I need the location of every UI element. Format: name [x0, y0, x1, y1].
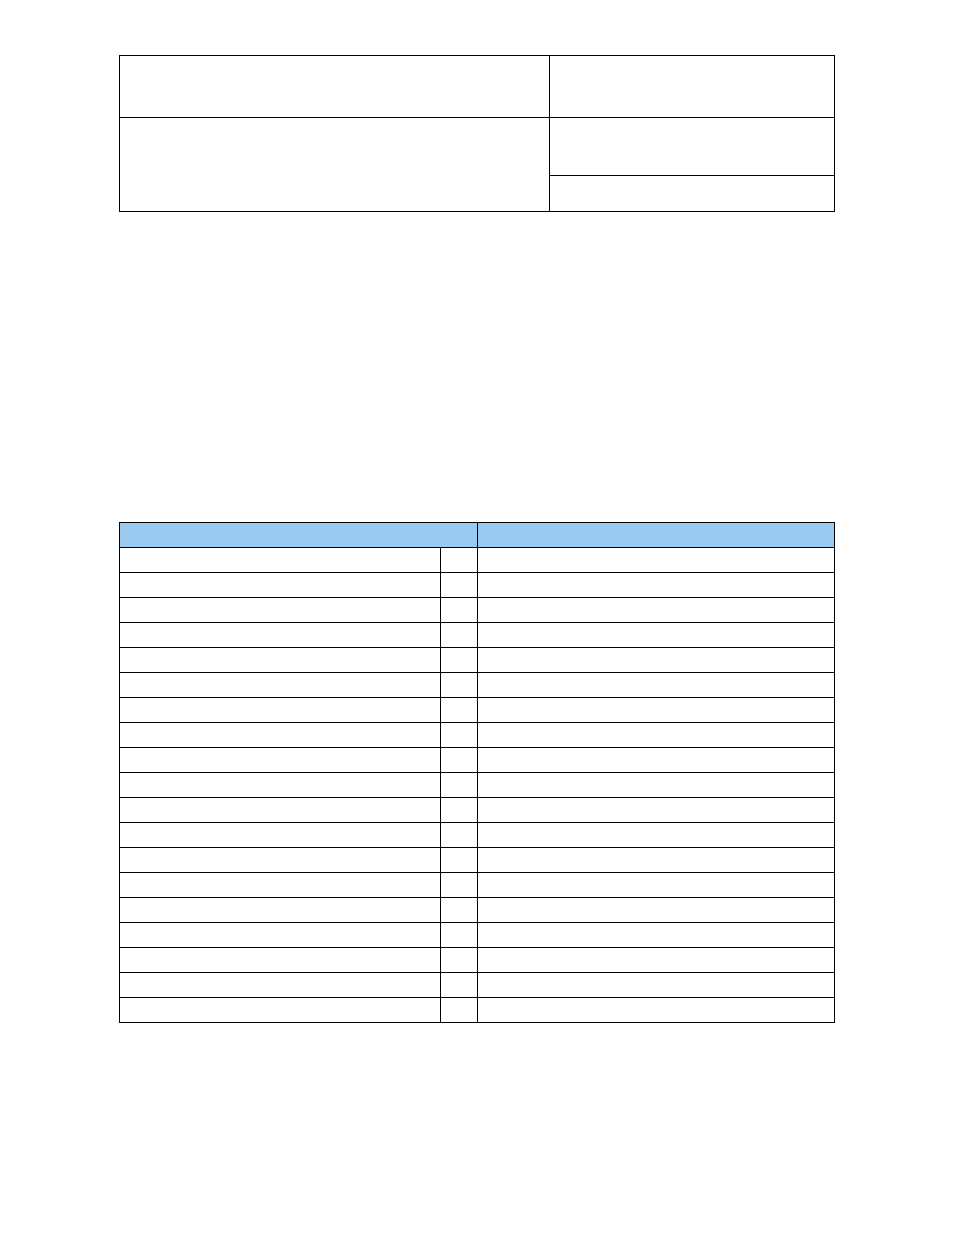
- top-table-cell-2-2a: [550, 118, 835, 176]
- table-cell-col1: [120, 548, 441, 573]
- table-cell-col1: [120, 673, 441, 698]
- table-row: [120, 848, 835, 873]
- table-row: [120, 698, 835, 723]
- table-cell-col1: [120, 948, 441, 973]
- table-row: [120, 948, 835, 973]
- table-cell-col1: [120, 973, 441, 998]
- table-row: [120, 973, 835, 998]
- top-table-cell-3-2: [550, 176, 835, 212]
- table-row: [120, 998, 835, 1023]
- table-cell-col2: [440, 823, 478, 848]
- table-cell-col2: [440, 648, 478, 673]
- table-cell-col3: [478, 773, 835, 798]
- table-cell-col3: [478, 573, 835, 598]
- table-cell-col2: [440, 998, 478, 1023]
- table-row: [120, 798, 835, 823]
- table-cell-col1: [120, 898, 441, 923]
- table-cell-col2: [440, 873, 478, 898]
- bottom-table: [119, 522, 835, 1023]
- table-cell-col3: [478, 823, 835, 848]
- table-cell-col2: [440, 748, 478, 773]
- table-row: [120, 598, 835, 623]
- table-cell-col3: [478, 848, 835, 873]
- table-row: [120, 823, 835, 848]
- table-row: [120, 623, 835, 648]
- table-cell-col1: [120, 748, 441, 773]
- table-cell-col1: [120, 623, 441, 648]
- table-row: [120, 873, 835, 898]
- table-cell-col3: [478, 973, 835, 998]
- table-row: [120, 573, 835, 598]
- table-cell-col1: [120, 773, 441, 798]
- table-cell-col1: [120, 848, 441, 873]
- table-cell-col2: [440, 848, 478, 873]
- table-cell-col2: [440, 623, 478, 648]
- table-row: [120, 923, 835, 948]
- table-cell-col1: [120, 823, 441, 848]
- table-cell-col1: [120, 798, 441, 823]
- top-table-cell-1-2: [550, 56, 835, 118]
- table-cell-col3: [478, 598, 835, 623]
- table-cell-col2: [440, 773, 478, 798]
- table-row: [120, 648, 835, 673]
- table-cell-col1: [120, 723, 441, 748]
- table-row: [120, 748, 835, 773]
- table-cell-col2: [440, 973, 478, 998]
- top-table: [119, 55, 835, 212]
- table-cell-col3: [478, 948, 835, 973]
- table-cell-col1: [120, 998, 441, 1023]
- table-cell-col3: [478, 623, 835, 648]
- bottom-table-header-1: [120, 523, 478, 548]
- table-cell-col2: [440, 698, 478, 723]
- table-cell-col2: [440, 548, 478, 573]
- table-cell-col3: [478, 723, 835, 748]
- table-row: [120, 898, 835, 923]
- table-cell-col3: [478, 898, 835, 923]
- table-cell-col2: [440, 723, 478, 748]
- table-row: [120, 773, 835, 798]
- table-cell-col2: [440, 948, 478, 973]
- table-cell-col3: [478, 923, 835, 948]
- table-cell-col3: [478, 673, 835, 698]
- table-cell-col2: [440, 673, 478, 698]
- table-cell-col3: [478, 873, 835, 898]
- table-cell-col1: [120, 923, 441, 948]
- top-table-cell-2-1: [120, 118, 550, 212]
- page-container: [0, 0, 954, 1023]
- table-row: [120, 548, 835, 573]
- bottom-table-header-row: [120, 523, 835, 548]
- table-cell-col3: [478, 648, 835, 673]
- table-cell-col2: [440, 598, 478, 623]
- table-row: [120, 723, 835, 748]
- table-cell-col2: [440, 573, 478, 598]
- table-cell-col1: [120, 598, 441, 623]
- table-cell-col3: [478, 798, 835, 823]
- table-cell-col3: [478, 548, 835, 573]
- table-cell-col2: [440, 923, 478, 948]
- table-cell-col3: [478, 998, 835, 1023]
- table-row: [120, 673, 835, 698]
- table-cell-col3: [478, 748, 835, 773]
- table-cell-col1: [120, 698, 441, 723]
- bottom-table-header-2: [478, 523, 835, 548]
- table-cell-col3: [478, 698, 835, 723]
- table-cell-col1: [120, 648, 441, 673]
- table-cell-col2: [440, 898, 478, 923]
- table-cell-col1: [120, 573, 441, 598]
- top-table-cell-1-1: [120, 56, 550, 118]
- table-cell-col1: [120, 873, 441, 898]
- table-cell-col2: [440, 798, 478, 823]
